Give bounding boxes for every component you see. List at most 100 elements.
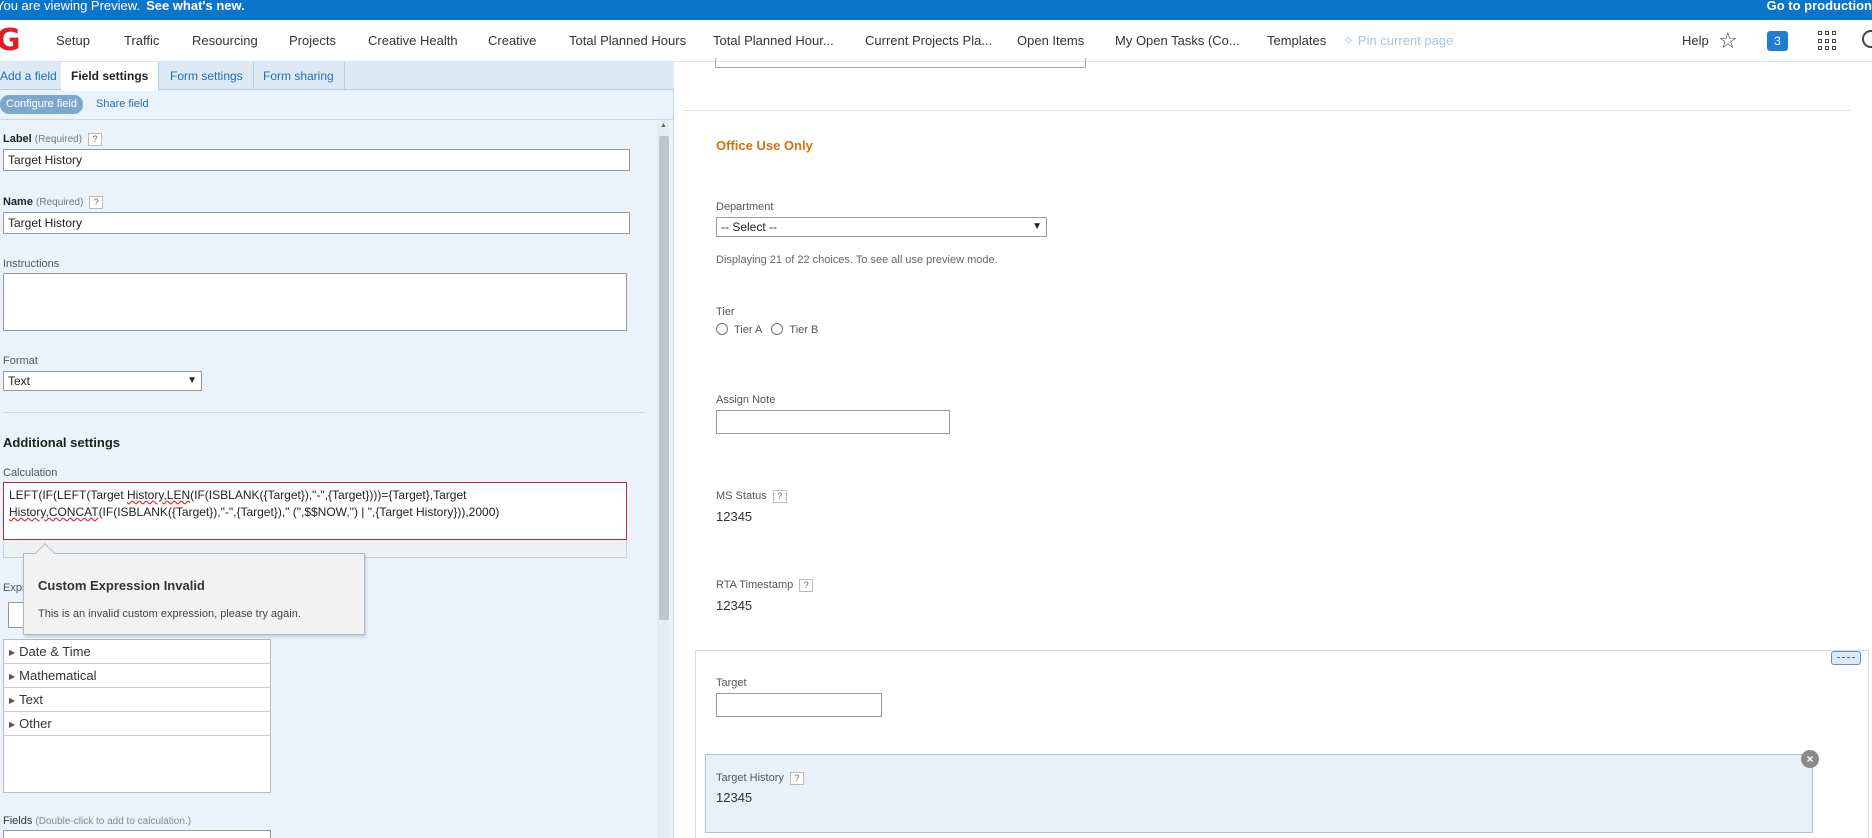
go-to-production-link[interactable]: Go to production (1767, 0, 1872, 16)
caret-right-icon: ▶ (9, 672, 16, 681)
form-preview: Office Use Only Department -- Select -- ▼… (675, 58, 1872, 838)
apps-grid-icon[interactable] (1818, 31, 1838, 51)
target-history-field[interactable] (705, 754, 1813, 833)
pin-current-page[interactable]: ✧ Pin current page (1343, 20, 1453, 62)
tier-b-radio[interactable] (771, 323, 784, 335)
label-field-label: Label (Required)? (3, 133, 103, 146)
department-value: -- Select -- (721, 220, 778, 234)
nav-current-projects[interactable]: Current Projects Pla... (865, 20, 992, 62)
scroll-up-icon[interactable]: ▲ (660, 122, 667, 129)
help-icon[interactable]: ? (799, 579, 814, 592)
nav-total-planned-hours-2[interactable]: Total Planned Hour... (713, 20, 834, 62)
tier-b-label: Tier B (789, 324, 819, 336)
caret-right-icon: ▶ (9, 648, 16, 657)
department-note: Displaying 21 of 22 choices. To see all … (716, 254, 998, 266)
assign-note-input[interactable] (716, 410, 950, 434)
help-icon[interactable]: ? (88, 133, 103, 146)
name-field-label: Name (Required)? (3, 196, 104, 209)
fields-label: Fields (Double-click to add to calculati… (3, 815, 192, 827)
ms-status-value: 12345 (716, 509, 753, 524)
instructions-textarea[interactable] (3, 273, 627, 331)
tab-add-a-field[interactable]: Add a field (0, 62, 68, 90)
tab-form-settings[interactable]: Form settings (160, 62, 254, 90)
calculation-label: Calculation (3, 467, 58, 479)
nav-resourcing[interactable]: Resourcing (192, 20, 258, 62)
tooltip-title: Custom Expression Invalid (38, 578, 205, 593)
collapse-section-icon[interactable] (1831, 651, 1861, 665)
scrollbar-thumb[interactable] (659, 136, 669, 620)
caret-right-icon: ▶ (9, 720, 16, 729)
pin-icon: ✧ (1343, 33, 1354, 48)
office-use-heading: Office Use Only (716, 138, 813, 153)
tier-label: Tier (716, 306, 735, 318)
fields-list[interactable] (3, 830, 271, 838)
target-history-label: Target History? (716, 772, 804, 785)
expression-search-input[interactable] (8, 602, 24, 628)
target-label: Target (716, 677, 747, 689)
label-input[interactable]: Target History (3, 149, 630, 171)
nav-my-open-tasks[interactable]: My Open Tasks (Co... (1115, 20, 1240, 62)
nav-traffic[interactable]: Traffic (124, 20, 159, 62)
field-box-top[interactable] (715, 58, 1086, 68)
target-history-value: 12345 (716, 790, 753, 805)
target-input[interactable] (716, 693, 882, 717)
chevron-down-icon: ▼ (187, 375, 197, 386)
search-icon[interactable] (1862, 30, 1872, 48)
nav-creative[interactable]: Creative (488, 20, 536, 62)
expr-date-time[interactable]: ▶ Date & Time (4, 640, 270, 664)
notification-count-badge[interactable]: 3 (1767, 31, 1788, 51)
ms-status-label: MS Status? (716, 490, 787, 503)
tier-options: Tier A Tier B (716, 323, 824, 336)
format-value: Text (8, 374, 31, 388)
preview-text: You are viewing Preview. (0, 0, 141, 13)
department-label: Department (716, 201, 774, 213)
format-label: Format (3, 355, 38, 367)
help-link[interactable]: Help (1682, 20, 1709, 62)
format-select[interactable]: Text ▼ (3, 371, 202, 391)
tier-a-radio[interactable] (716, 323, 728, 335)
additional-settings-heading: Additional settings (3, 435, 120, 450)
field-subtabs: Configure field Share field (0, 90, 674, 120)
nav-setup[interactable]: Setup (56, 20, 90, 62)
rta-timestamp-value: 12345 (716, 598, 753, 613)
expr-text[interactable]: ▶ Text (4, 688, 270, 712)
chevron-down-icon: ▼ (1032, 221, 1042, 232)
field-settings-panel: Add a field Field settings Form settings… (0, 62, 674, 838)
invalid-expression-tooltip: Custom Expression Invalid This is an inv… (23, 543, 365, 635)
configure-field-button[interactable]: Configure field (0, 95, 83, 114)
preview-banner: You are viewing Preview. See what's new. … (0, 0, 1872, 20)
top-nav: G Setup Traffic Resourcing Projects Crea… (0, 20, 1872, 62)
share-field-link[interactable]: Share field (96, 95, 149, 114)
tab-form-sharing[interactable]: Form sharing (253, 62, 345, 90)
tab-field-settings[interactable]: Field settings (61, 62, 160, 91)
nav-templates[interactable]: Templates (1267, 20, 1326, 62)
calculation-textarea[interactable]: LEFT(IF(LEFT(Target History,LEN(IF(ISBLA… (3, 482, 627, 540)
nav-creative-health[interactable]: Creative Health (368, 20, 458, 62)
instructions-label: Instructions (3, 258, 60, 270)
expr-mathematical[interactable]: ▶ Mathematical (4, 664, 270, 688)
expr-other[interactable]: ▶ Other (4, 712, 270, 736)
star-icon[interactable]: ☆ (1718, 30, 1738, 52)
nav-projects[interactable]: Projects (289, 20, 336, 62)
name-input[interactable]: Target History (3, 212, 630, 234)
nav-open-items[interactable]: Open Items (1017, 20, 1084, 62)
tier-a-label: Tier A (734, 324, 763, 336)
pin-label: Pin current page (1357, 33, 1454, 48)
preview-message: You are viewing Preview. See what's new. (0, 0, 245, 16)
assign-note-label: Assign Note (716, 394, 776, 406)
help-icon[interactable]: ? (772, 490, 787, 503)
help-icon[interactable]: ? (89, 196, 104, 209)
caret-right-icon: ▶ (9, 696, 16, 705)
nav-total-planned-hours[interactable]: Total Planned Hours (569, 20, 686, 62)
calc-line-1: LEFT(IF(LEFT(Target History,LEN(IF(ISBLA… (9, 488, 467, 502)
close-icon[interactable]: × (1801, 750, 1819, 768)
app-logo[interactable]: G (0, 26, 21, 56)
rta-timestamp-label: RTA Timestamp? (716, 579, 814, 592)
expression-list: ▶ Date & Time ▶ Mathematical ▶ Text ▶ Other (3, 639, 271, 793)
whats-new-link[interactable]: See what's new. (146, 0, 245, 13)
calc-line-2: History,CONCAT(IF(ISBLANK({Target}),"-",… (9, 505, 500, 519)
help-icon[interactable]: ? (789, 772, 804, 785)
section-divider (3, 412, 645, 413)
department-select[interactable]: -- Select -- ▼ (716, 217, 1047, 237)
section-divider (683, 110, 1851, 111)
